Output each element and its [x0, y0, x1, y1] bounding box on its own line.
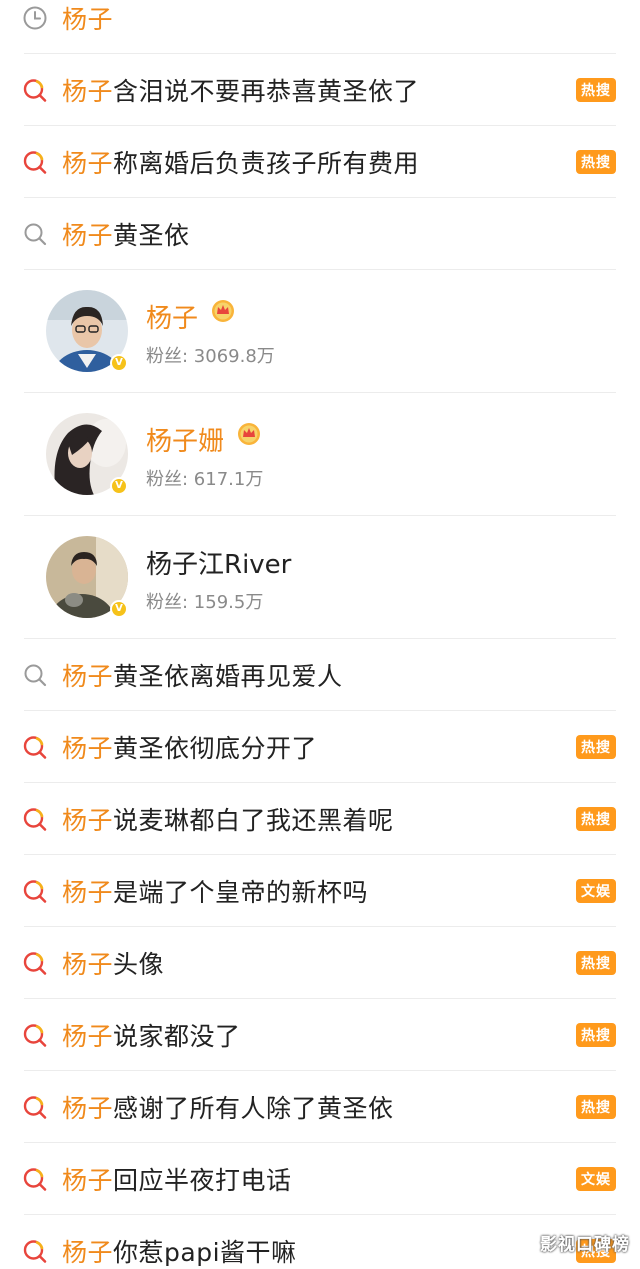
suggestion-row[interactable]: 杨子说家都没了 热搜: [0, 999, 640, 1071]
hot-search-icon: [22, 1022, 48, 1048]
hot-search-icon: [22, 950, 48, 976]
hot-search-icon: [22, 806, 48, 832]
hot-badge: 热搜: [576, 951, 616, 975]
suggestion-row[interactable]: 杨子称离婚后负责孩子所有费用 热搜: [0, 126, 640, 198]
suggestion-text: 杨子说家都没了: [62, 1022, 241, 1051]
history-row[interactable]: 杨子: [0, 0, 640, 54]
suggestion-row[interactable]: 杨子含泪说不要再恭喜黄圣依了 热搜: [0, 54, 640, 126]
avatar[interactable]: V: [46, 413, 128, 495]
verified-badge: V: [110, 477, 128, 495]
fans-count: 粉丝: 617.1万: [146, 469, 264, 490]
suggestion-text: 杨子黄圣依彻底分开了: [62, 734, 318, 763]
crown-icon: [236, 421, 262, 447]
suggestion-text: 杨子是端了个皇帝的新杯吗: [62, 878, 369, 907]
user-row[interactable]: V 杨子姗 粉丝: 617.1万: [0, 393, 640, 516]
suggestion-row[interactable]: 杨子是端了个皇帝的新杯吗 文娱: [0, 855, 640, 927]
suggestion-text: 杨子称离婚后负责孩子所有费用: [62, 149, 420, 178]
hot-badge: 热搜: [576, 735, 616, 759]
hot-badge: 热搜: [576, 78, 616, 102]
user-row[interactable]: V 杨子 粉丝: 3069.8万: [0, 270, 640, 393]
user-row[interactable]: V 杨子江River 粉丝: 159.5万: [0, 516, 640, 639]
hot-search-icon: [22, 1094, 48, 1120]
suggestion-row[interactable]: 杨子感谢了所有人除了黄圣依 热搜: [0, 1071, 640, 1143]
suggestion-text: 杨子黄圣依: [62, 221, 190, 250]
user-name: 杨子江River: [146, 550, 292, 580]
suggestion-text: 杨子说麦琳都白了我还黑着呢: [62, 806, 394, 835]
hot-search-icon: [22, 1238, 48, 1264]
suggestion-text: 杨子头像: [62, 950, 165, 979]
hot-badge: 热搜: [576, 807, 616, 831]
hot-search-icon: [22, 149, 48, 175]
history-label: 杨子: [62, 5, 114, 34]
suggestion-row[interactable]: 杨子黄圣依彻底分开了 热搜: [0, 711, 640, 783]
verified-badge: V: [110, 600, 128, 618]
search-icon: [22, 221, 48, 247]
search-icon: [22, 662, 48, 688]
entertainment-badge: 文娱: [576, 1167, 616, 1191]
hot-badge: 热搜: [576, 1023, 616, 1047]
user-name: 杨子姗: [146, 427, 225, 457]
user-name: 杨子: [146, 304, 199, 334]
fans-count: 粉丝: 3069.8万: [146, 346, 275, 367]
suggestion-text: 杨子黄圣依离婚再见爱人: [62, 662, 343, 691]
entertainment-badge: 文娱: [576, 879, 616, 903]
suggestion-row[interactable]: 杨子回应半夜打电话 文娱: [0, 1143, 640, 1215]
suggestion-row[interactable]: 杨子黄圣依: [0, 198, 640, 270]
hot-search-icon: [22, 734, 48, 760]
suggestion-row[interactable]: 杨子黄圣依离婚再见爱人: [0, 639, 640, 711]
avatar[interactable]: V: [46, 536, 128, 618]
verified-badge: V: [110, 354, 128, 372]
hot-badge: 热搜: [576, 150, 616, 174]
suggestion-text: 杨子回应半夜打电话: [62, 1166, 292, 1195]
clock-icon: [22, 5, 48, 31]
fans-count: 粉丝: 159.5万: [146, 592, 264, 613]
suggestion-text: 杨子含泪说不要再恭喜黄圣依了: [62, 77, 420, 106]
suggestion-row[interactable]: 杨子头像 热搜: [0, 927, 640, 999]
suggestion-row[interactable]: 杨子说麦琳都白了我还黑着呢 热搜: [0, 783, 640, 855]
suggestion-text: 杨子你惹papi酱干嘛: [62, 1238, 297, 1267]
watermark: 影视口碑榜: [540, 1235, 630, 1255]
crown-icon: [210, 298, 236, 324]
hot-search-icon: [22, 1166, 48, 1192]
hot-badge: 热搜: [576, 1095, 616, 1119]
avatar[interactable]: V: [46, 290, 128, 372]
hot-search-icon: [22, 878, 48, 904]
hot-search-icon: [22, 77, 48, 103]
suggestion-text: 杨子感谢了所有人除了黄圣依: [62, 1094, 394, 1123]
